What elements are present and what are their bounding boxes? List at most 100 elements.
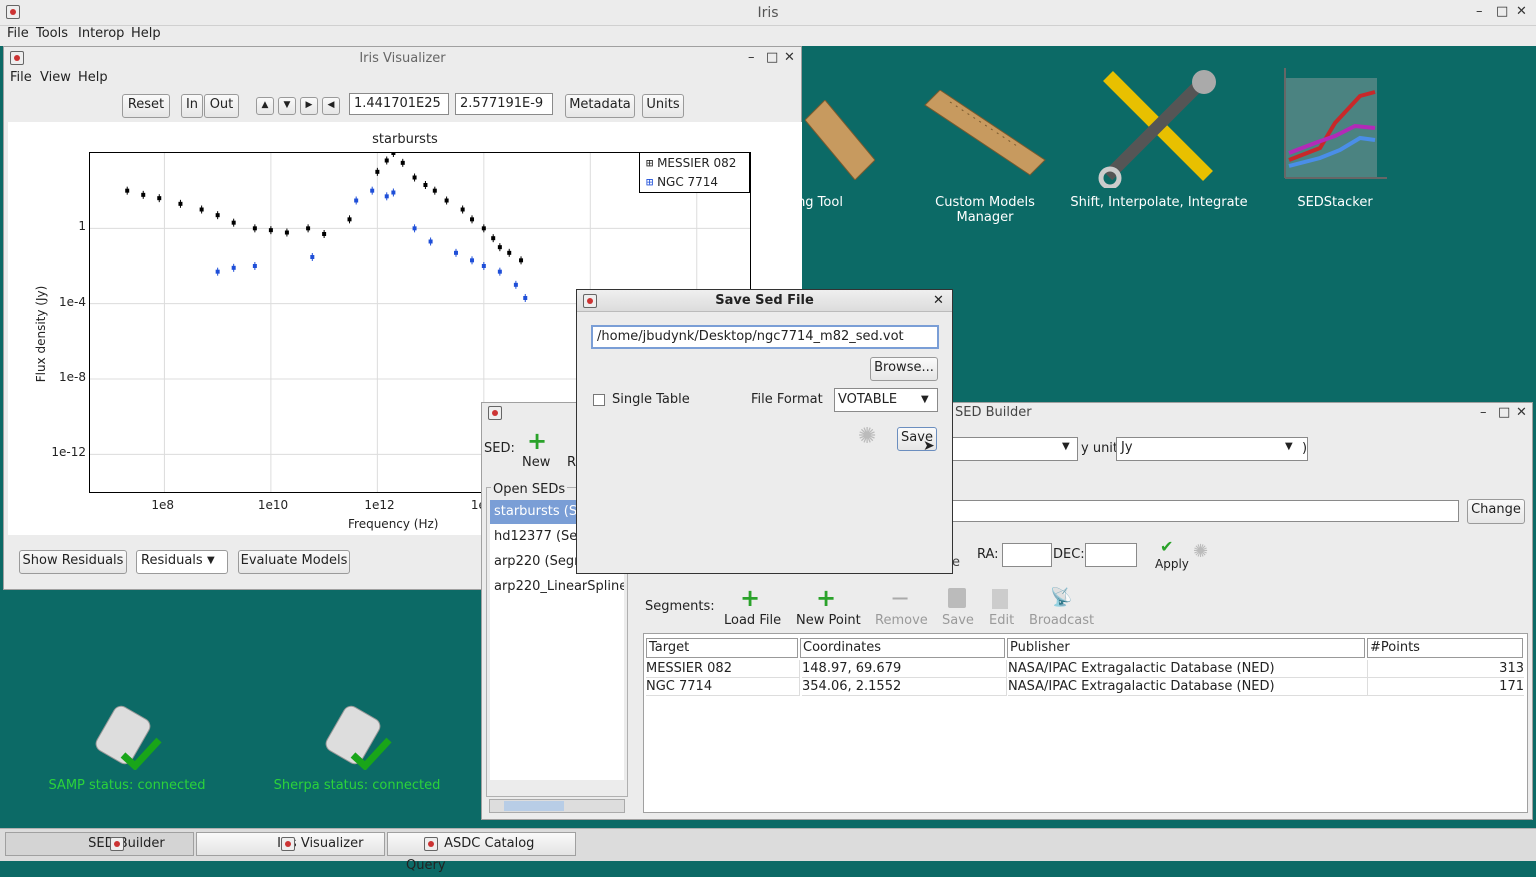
list-item[interactable]: arp220_LinearSpline (490, 575, 624, 599)
save-segment-button[interactable]: Save (942, 613, 974, 628)
change-button[interactable]: Change (1467, 499, 1525, 524)
table-cell[interactable]: 148.97, 69.679 (802, 660, 1007, 678)
new-sed-button[interactable]: New (522, 455, 550, 470)
reset-button[interactable]: Reset (122, 94, 170, 118)
maximize-icon[interactable]: □ (766, 50, 778, 65)
y-unit-select[interactable]: Jy (1116, 437, 1308, 461)
column-header-target[interactable]: Target (646, 638, 798, 658)
y-tick-label: 1e-12 (51, 445, 86, 460)
menu-file[interactable]: File (7, 26, 29, 41)
data-point (178, 199, 183, 208)
maximize-icon[interactable]: □ (1496, 4, 1508, 19)
minimize-icon[interactable]: – (1480, 405, 1487, 420)
column-header-points[interactable]: #Points (1367, 638, 1523, 658)
maximize-icon[interactable]: □ (1498, 405, 1510, 420)
table-cell[interactable]: NASA/IPAC Extragalactic Database (NED) (1008, 678, 1368, 696)
minimize-icon[interactable]: – (1476, 4, 1483, 19)
metadata-button[interactable]: Metadata (565, 94, 635, 118)
close-icon[interactable]: ✕ (784, 50, 795, 65)
zoom-in-button[interactable]: In (181, 94, 203, 118)
column-header-publisher[interactable]: Publisher (1007, 638, 1365, 658)
file-path-input[interactable]: /home/jbudynk/Desktop/ngc7714_m82_sed.vo… (591, 325, 939, 349)
legend: ⊞ MESSIER 082 ⊞ NGC 7714 (639, 152, 750, 193)
data-point (306, 224, 311, 233)
zoom-out-button[interactable]: Out (204, 94, 239, 118)
partial-button-label[interactable]: R (567, 455, 576, 470)
chevron-down-icon[interactable]: ▼ (1285, 441, 1293, 452)
y-axis-label: Flux density (Jy) (34, 285, 48, 383)
coord-y-field[interactable]: 2.577191E-9 (455, 93, 553, 115)
remove-button[interactable]: Remove (875, 613, 928, 628)
file-format-select[interactable]: VOTABLE ▼ (834, 388, 938, 412)
table-cell[interactable]: 171 (1368, 678, 1524, 696)
plus-icon: + (526, 427, 548, 455)
visualizer-titlebar: Iris Visualizer – □ ✕ (4, 47, 801, 69)
vis-menu-help[interactable]: Help (78, 70, 108, 85)
x-unit-select[interactable] (952, 437, 1078, 461)
vis-menu-file[interactable]: File (10, 70, 32, 85)
segments-table[interactable]: Target Coordinates Publisher #Points MES… (643, 633, 1528, 813)
file-format-value: VOTABLE (838, 392, 898, 407)
x-tick-label: 1e8 (151, 498, 175, 512)
table-cell[interactable]: 354.06, 2.1552 (802, 678, 1007, 696)
scrollbar-thumb[interactable] (504, 801, 564, 811)
close-icon[interactable]: ✕ (1516, 405, 1527, 420)
y-tick-label: 1e-8 (59, 370, 86, 384)
close-icon[interactable]: ✕ (1516, 4, 1527, 19)
table-cell[interactable]: MESSIER 082 (646, 660, 800, 678)
chevron-down-icon[interactable]: ▼ (1062, 441, 1070, 452)
minimize-icon[interactable]: – (748, 50, 755, 65)
table-cell[interactable]: NGC 7714 (646, 678, 800, 696)
arrow-left-icon: ◀ (327, 100, 335, 110)
legend-label: MESSIER 082 (657, 156, 737, 170)
sedstacker-desktop-icon[interactable] (1275, 68, 1390, 183)
shift-interpolate-desktop-icon[interactable] (1098, 66, 1220, 190)
table-cell[interactable]: NASA/IPAC Extragalactic Database (NED) (1008, 660, 1368, 678)
show-residuals-button[interactable]: Show Residuals (19, 550, 127, 574)
pan-left-button[interactable]: ◀ (322, 97, 340, 115)
browse-button[interactable]: Browse... (870, 357, 938, 381)
evaluate-models-button[interactable]: Evaluate Models (238, 550, 350, 574)
table-cell[interactable]: 313 (1368, 660, 1524, 678)
close-paren-label: ) (1302, 441, 1308, 456)
broadcast-button[interactable]: Broadcast (1029, 613, 1094, 628)
pan-down-button[interactable]: ▼ (278, 97, 296, 115)
taskbar-item-iris-visualizer[interactable]: Iris Visualizer (196, 832, 385, 856)
target-name-field[interactable] (952, 500, 1459, 522)
dec-field[interactable] (1085, 543, 1137, 567)
residuals-select[interactable]: Residuals ▼ (136, 550, 228, 574)
custom-models-desktop-icon[interactable] (920, 89, 1050, 180)
units-button[interactable]: Units (642, 94, 684, 118)
data-point (231, 218, 236, 227)
taskbar-label: SED Builder (88, 836, 165, 851)
data-point (423, 180, 428, 189)
data-point (460, 205, 465, 214)
menu-interop[interactable]: Interop (78, 26, 124, 41)
load-file-button[interactable]: Load File (724, 613, 781, 628)
data-point (125, 186, 130, 195)
coord-x-field[interactable]: 1.441701E25 (349, 93, 449, 115)
app-menubar: File Tools Interop Help (0, 26, 1536, 46)
column-header-coordinates[interactable]: Coordinates (800, 638, 1005, 658)
new-point-button[interactable]: New Point (796, 613, 861, 628)
taskbar-item-sed-builder[interactable]: SED Builder (5, 832, 194, 856)
horizontal-scrollbar[interactable] (489, 799, 625, 813)
fitting-tool-desktop-icon[interactable] (804, 99, 876, 181)
pan-right-button[interactable]: ▶ (300, 97, 318, 115)
taskbar-item-asdc-catalog-query[interactable]: ASDC Catalog Query (387, 832, 576, 873)
data-point (432, 186, 437, 195)
menu-tools[interactable]: Tools (36, 26, 68, 41)
pan-up-button[interactable]: ▲ (256, 97, 274, 115)
data-point (491, 234, 496, 243)
data-point (375, 167, 380, 176)
vis-menu-view[interactable]: View (40, 70, 71, 85)
close-icon[interactable]: ✕ (933, 293, 944, 308)
menu-help[interactable]: Help (131, 26, 161, 41)
edit-button[interactable]: Edit (989, 613, 1014, 628)
legend-item: ⊞ MESSIER 082 (646, 156, 736, 170)
apply-button[interactable]: Apply (1155, 557, 1189, 571)
single-table-checkbox[interactable] (593, 394, 605, 406)
ra-field[interactable] (1002, 543, 1052, 567)
save-sed-dialog: Save Sed File ✕ /home/jbudynk/Desktop/ng… (576, 289, 953, 574)
data-point (453, 248, 458, 257)
